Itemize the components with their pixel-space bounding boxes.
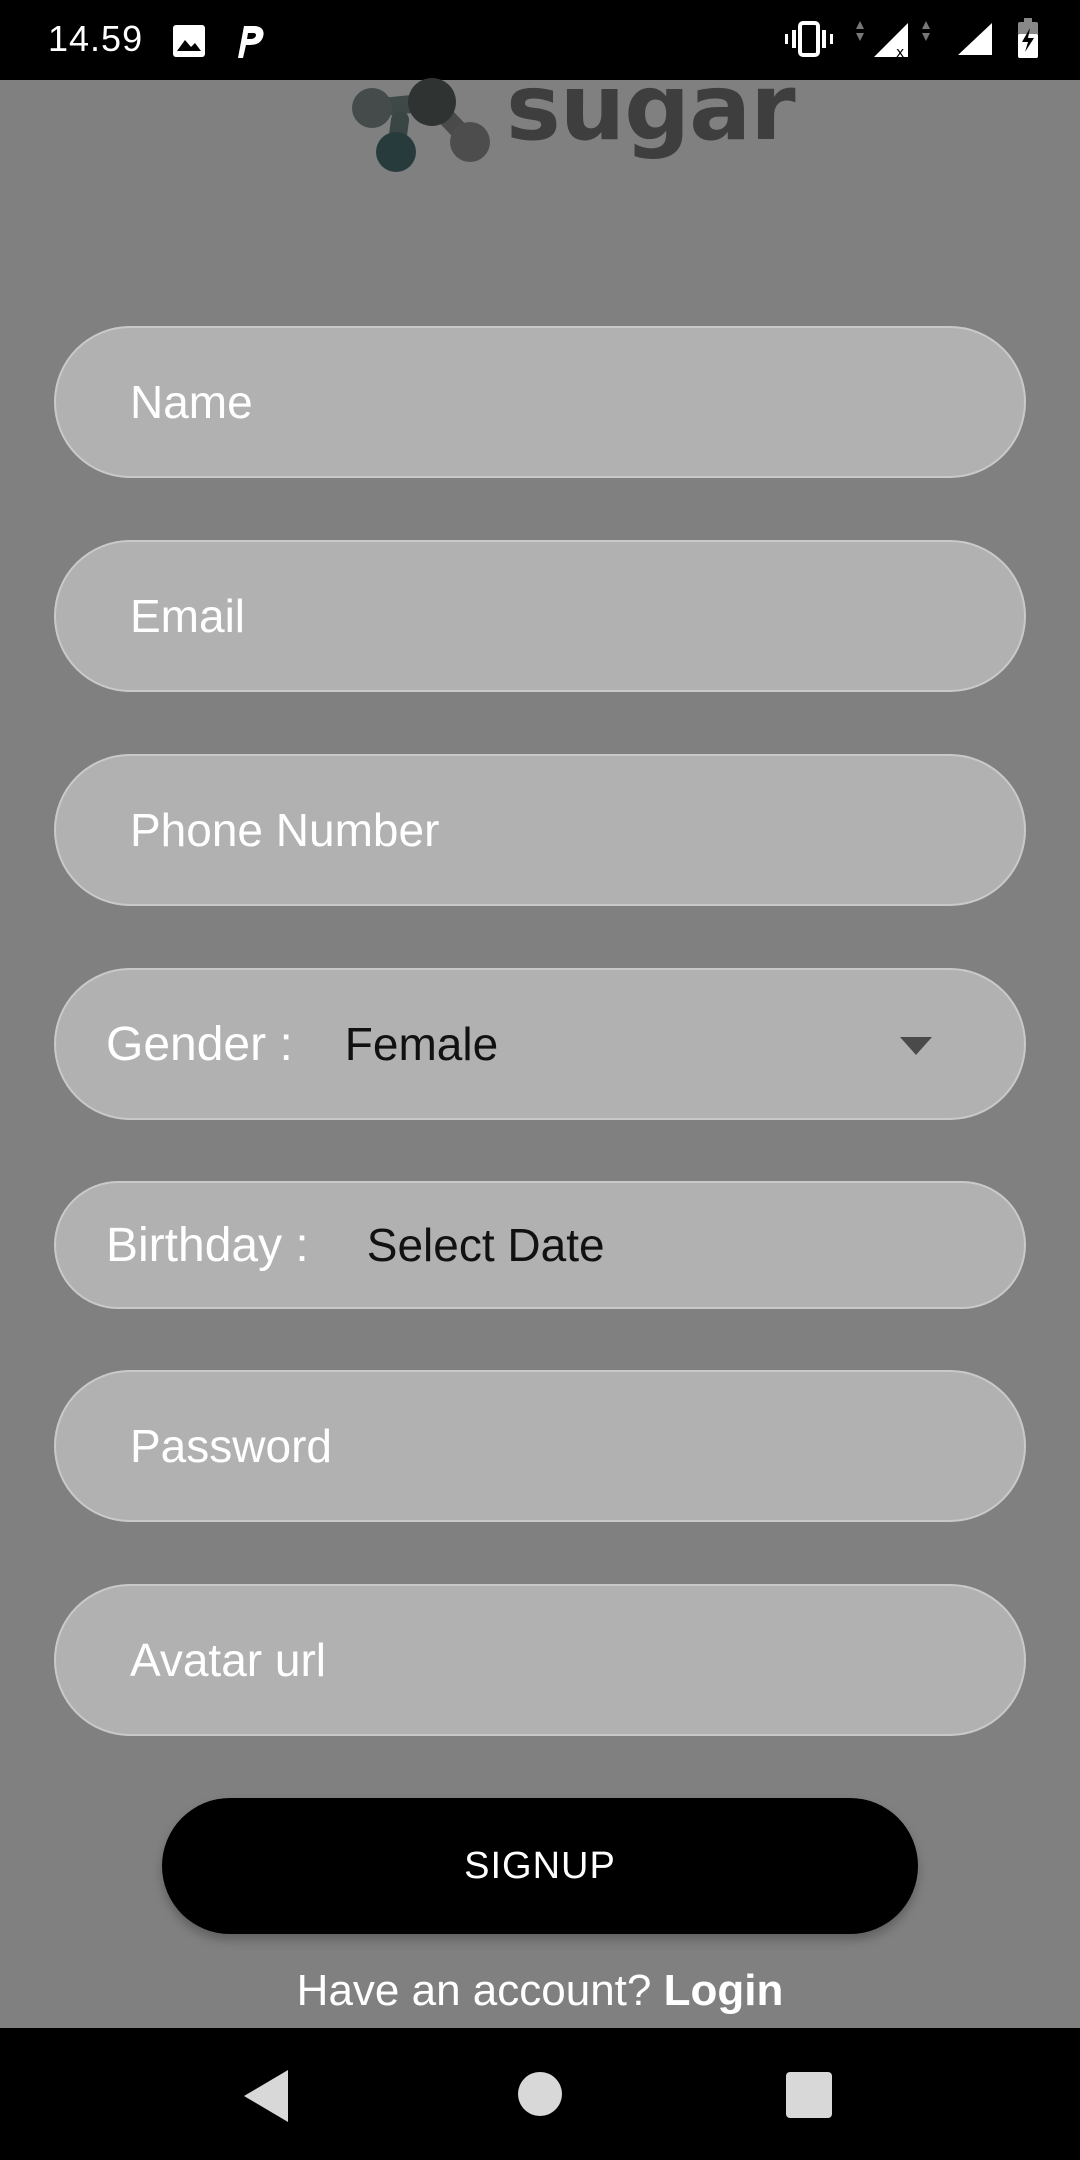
back-icon[interactable]	[244, 2070, 288, 2122]
gender-label: Gender :	[106, 1017, 293, 1071]
email-placeholder: Email	[130, 590, 246, 642]
name-field[interactable]: Name	[54, 326, 1026, 478]
navigation-bar	[0, 2028, 1080, 2160]
svg-text:x: x	[896, 45, 904, 59]
birthday-field: Birthday : Select Date	[54, 1181, 1026, 1309]
avatar-url-field[interactable]: Avatar url	[54, 1584, 1026, 1736]
select-date-button[interactable]: Select Date	[367, 1218, 605, 1272]
recents-icon[interactable]	[786, 2072, 832, 2118]
password-field[interactable]: Password	[54, 1370, 1026, 1522]
password-placeholder: Password	[130, 1420, 332, 1472]
phone-number-field[interactable]: Phone Number	[54, 754, 1026, 906]
have-account-line: Have an account? Login	[0, 1966, 1080, 2016]
signal-icon	[956, 21, 994, 62]
molecule-logo-icon	[340, 70, 490, 185]
home-icon[interactable]	[518, 2072, 562, 2116]
phone-placeholder: Phone Number	[130, 804, 440, 856]
logo-text: sugar	[506, 53, 796, 161]
parking-icon	[234, 22, 266, 65]
signup-button[interactable]: SIGNUP	[162, 1798, 918, 1934]
image-icon	[172, 24, 206, 63]
signup-screen: 14.59 x sugar Name Email Phone Number Ge…	[0, 0, 1080, 2160]
chevron-down-icon[interactable]	[900, 1037, 932, 1055]
signal-no-data-icon: x	[856, 19, 934, 64]
avatar-placeholder: Avatar url	[130, 1634, 327, 1686]
have-account-text: Have an account?	[296, 1966, 652, 2015]
login-link[interactable]: Login	[664, 1966, 784, 2015]
gender-select[interactable]: Female	[345, 1017, 498, 1071]
gender-field: Gender : Female	[54, 968, 1026, 1120]
sugar-logo: sugar	[340, 54, 796, 185]
birthday-label: Birthday :	[106, 1218, 309, 1272]
email-field[interactable]: Email	[54, 540, 1026, 692]
battery-charging-icon	[1016, 18, 1040, 65]
status-time: 14.59	[48, 18, 144, 59]
name-placeholder: Name	[130, 376, 253, 428]
